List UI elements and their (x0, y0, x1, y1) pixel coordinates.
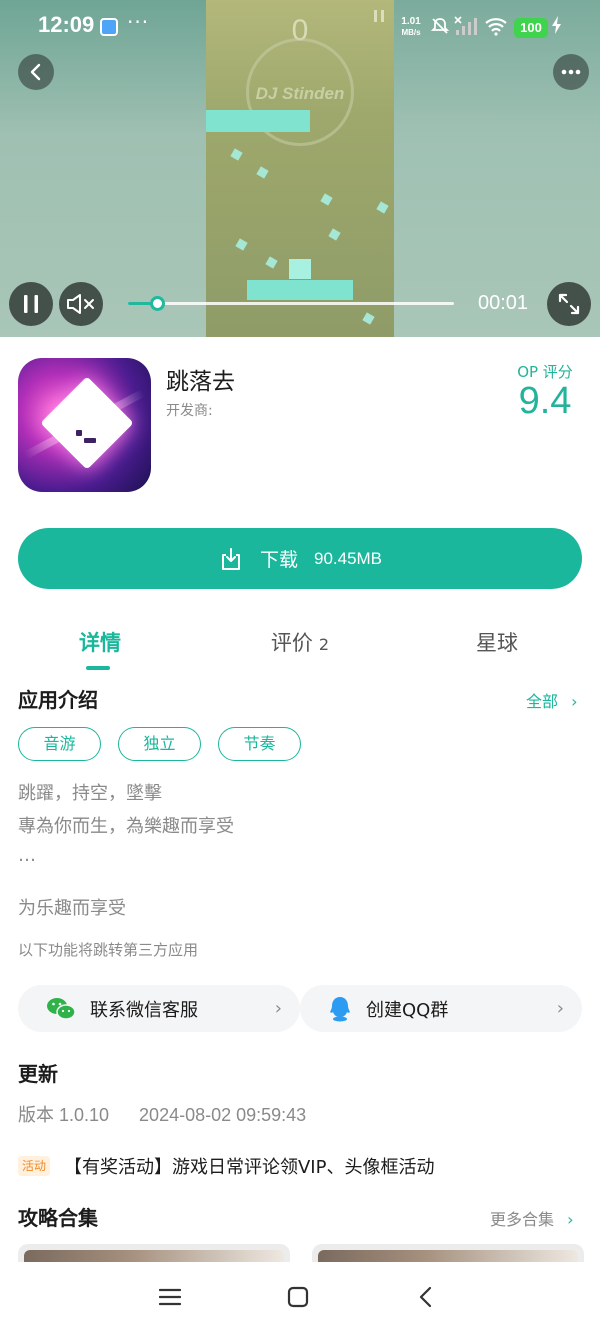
video-progress-bar[interactable] (128, 296, 454, 311)
speaker-muted-icon (67, 294, 94, 314)
wifi-icon (484, 16, 508, 41)
rating-score: 9.4 (518, 380, 572, 422)
status-more-indicator: ··· (127, 10, 150, 34)
chevron-right-icon: › (571, 692, 578, 711)
review-count: 2 (318, 635, 330, 654)
intro-title: 应用介绍 (18, 688, 98, 712)
chevron-left-icon (30, 63, 41, 81)
tab-label: 星球 (476, 631, 518, 655)
download-icon (221, 547, 240, 570)
version-info: 版本 1.0.10 2024-08-02 09:59:43 (18, 1101, 306, 1127)
mute-bell-icon (430, 16, 450, 41)
download-size: 90.45MB (313, 548, 383, 568)
activity-badge: 活动 (18, 1156, 51, 1176)
tab-label: 评价 (270, 631, 313, 655)
active-tab-indicator (86, 666, 110, 670)
home-square-icon (287, 1286, 309, 1308)
charging-icon (551, 15, 563, 40)
pause-icon (24, 295, 38, 313)
tag-chip[interactable]: 音游 (18, 727, 101, 761)
description-line: 跳躍，持空，墜擊 (18, 783, 162, 804)
no-signal-icon (454, 16, 478, 41)
wechat-service-button[interactable]: 联系微信客服 › (18, 985, 300, 1032)
more-options-button[interactable] (553, 54, 589, 90)
download-button[interactable]: 下载 90.45MB (18, 528, 582, 589)
rating-label: OP 评分 (517, 363, 573, 381)
tab-details[interactable]: 详情 (0, 627, 200, 657)
guides-more-label: 更多合集 (490, 1210, 555, 1229)
guides-more-link[interactable]: 更多合集 › (490, 1206, 574, 1230)
network-speed-unit: MB/s (401, 28, 421, 37)
app-developer: 开发商: (166, 403, 213, 419)
update-datetime: 2024-08-02 09:59:43 (139, 1105, 307, 1125)
intro-more-link[interactable]: 全部 › (526, 688, 578, 712)
game-platform (247, 280, 353, 300)
intro-more-label: 全部 (526, 692, 559, 711)
tab-label: 详情 (79, 631, 121, 655)
more-dots-icon (561, 69, 581, 75)
qq-icon (330, 996, 350, 1021)
description-line: 專為你而生，為樂趣而享受 (18, 816, 234, 837)
battery-indicator: 100 (514, 18, 548, 38)
back-button[interactable] (18, 54, 54, 90)
game-pause-icon (372, 8, 386, 28)
nav-menu-button[interactable] (155, 1282, 185, 1312)
tab-reviews[interactable]: 评价 2 (200, 627, 400, 657)
third-party-note: 以下功能将跳转第三方应用 (18, 941, 199, 959)
tag-chip[interactable]: 独立 (118, 727, 201, 761)
video-elapsed-time: 00:01 (478, 292, 529, 314)
chevron-right-icon: › (556, 998, 564, 1019)
download-label: 下载 (259, 549, 298, 571)
nav-back-button[interactable] (411, 1282, 441, 1312)
chevron-right-icon: › (274, 998, 282, 1019)
chevron-right-icon: › (567, 1210, 574, 1229)
pause-button[interactable] (9, 282, 53, 326)
network-speed-value: 1.01 (401, 16, 421, 27)
menu-icon (159, 1288, 181, 1306)
tag-chip[interactable]: 节奏 (218, 727, 301, 761)
guides-title: 攻略合集 (18, 1206, 98, 1230)
tab-planet[interactable]: 星球 (397, 627, 597, 657)
wechat-icon (47, 997, 76, 1020)
back-arrow-icon (419, 1286, 432, 1308)
fullscreen-icon (558, 293, 580, 315)
description-tagline: 为乐趣而享受 (18, 898, 126, 919)
game-character (289, 259, 311, 279)
nav-home-button[interactable] (283, 1282, 313, 1312)
fullscreen-button[interactable] (547, 282, 591, 326)
status-time: 12:09 (38, 12, 95, 37)
notification-app-icon (100, 18, 118, 36)
app-icon (18, 358, 151, 492)
game-platform (206, 110, 310, 132)
version-number: 版本 1.0.10 (18, 1105, 110, 1125)
description-line: … (18, 845, 36, 866)
activity-link[interactable]: 【有奖活动】游戏日常评论领VIP、头像框活动 (64, 1153, 434, 1179)
update-title: 更新 (18, 1062, 58, 1086)
create-qq-group-button[interactable]: 创建QQ群 › (300, 985, 582, 1032)
game-logo-text: DJ Stinden (255, 84, 345, 103)
mute-button[interactable] (59, 282, 103, 326)
app-name: 跳落去 (166, 369, 235, 395)
video-progress-knob[interactable] (150, 296, 165, 311)
wechat-service-label: 联系微信客服 (90, 999, 198, 1021)
network-speed: 1.01 MB/s (396, 16, 426, 38)
create-qq-group-label: 创建QQ群 (366, 999, 449, 1021)
